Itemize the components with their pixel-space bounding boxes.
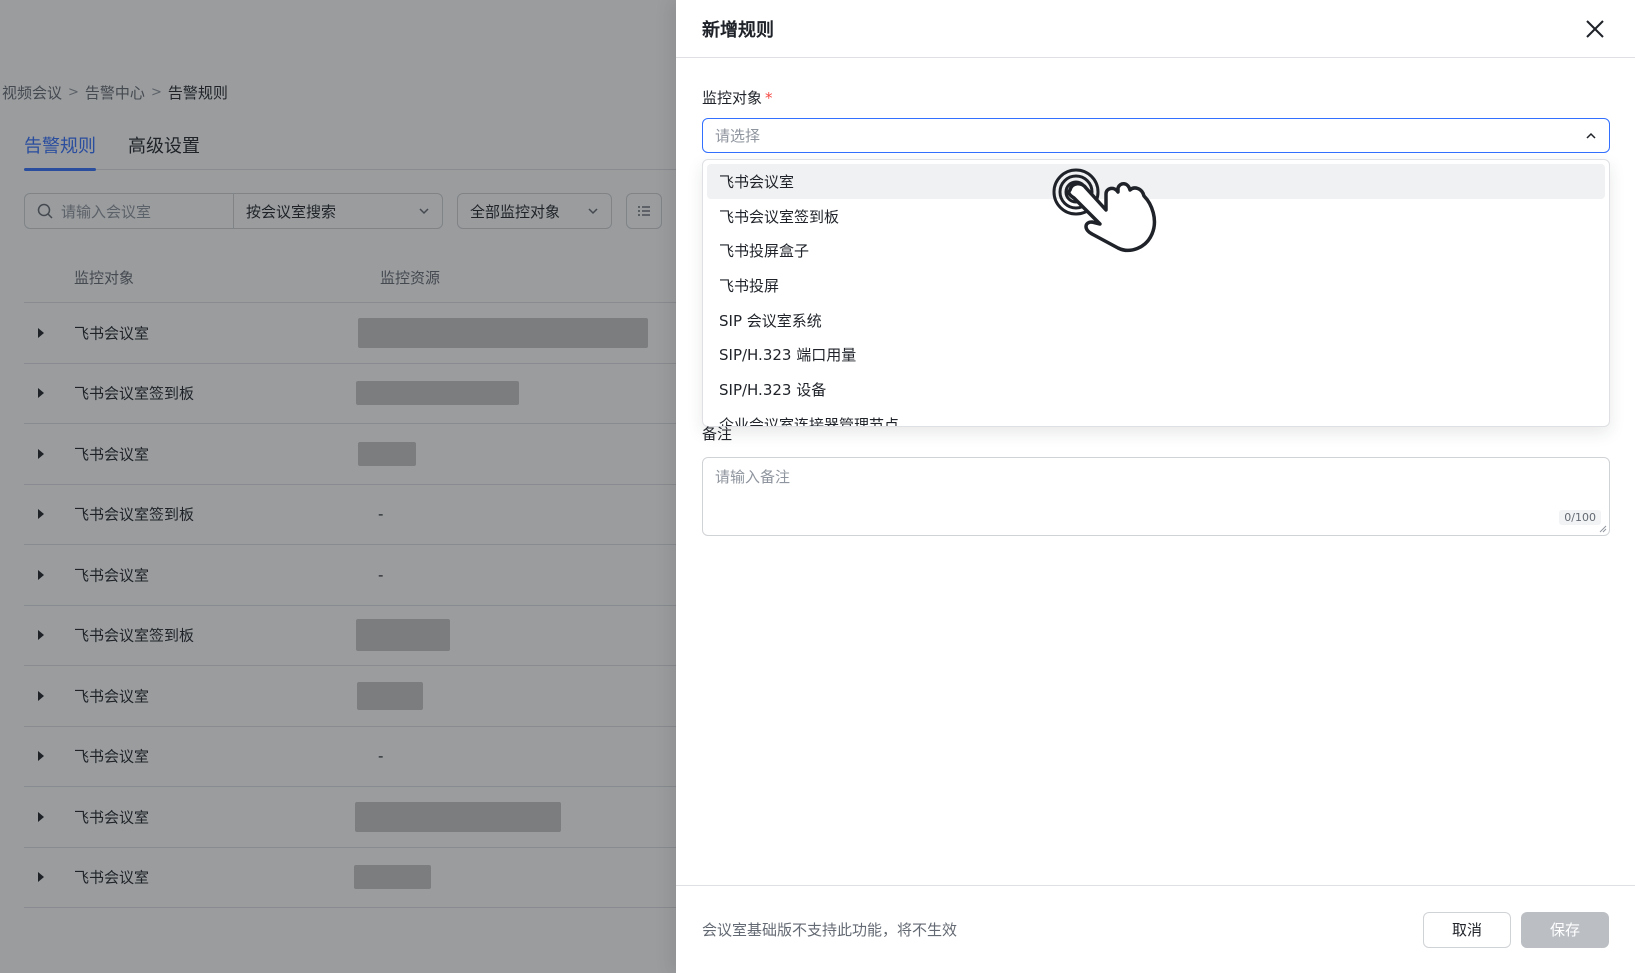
remark-textarea[interactable]: 请输入备注 0/100 <box>702 457 1610 536</box>
footer-note: 会议室基础版不支持此功能，将不生效 <box>702 921 958 939</box>
close-icon <box>1586 19 1604 38</box>
monitor-target-select[interactable]: 请选择 <box>702 118 1610 153</box>
hand-pointer-icon <box>1052 168 1157 253</box>
drawer-header: 新增规则 <box>676 0 1635 58</box>
footer-buttons: 取消 保存 <box>1423 911 1609 948</box>
option-feishu-cast[interactable]: 飞书投屏 <box>707 268 1605 303</box>
monitor-target-label-text: 监控对象 <box>702 89 763 107</box>
option-sip-h323-port-usage[interactable]: SIP/H.323 端口用量 <box>707 337 1605 372</box>
close-button[interactable] <box>1581 15 1609 43</box>
option-sip-h323-device[interactable]: SIP/H.323 设备 <box>707 372 1605 407</box>
option-sip-room-system[interactable]: SIP 会议室系统 <box>707 303 1605 338</box>
resize-handle-icon[interactable] <box>1599 525 1607 533</box>
cancel-button[interactable]: 取消 <box>1423 911 1511 948</box>
save-button[interactable]: 保存 <box>1521 911 1609 948</box>
required-mark: * <box>765 89 773 107</box>
new-rule-drawer: 新增规则 监控对象 * 请选择 飞书会议室 飞书会议室签到板 飞书投屏盒子 飞书投… <box>676 0 1635 973</box>
drawer-overlay-mask[interactable] <box>0 0 676 973</box>
monitor-target-label: 监控对象 * <box>702 87 773 108</box>
monitor-target-placeholder: 请选择 <box>715 127 761 145</box>
remark-placeholder: 请输入备注 <box>715 468 791 486</box>
chevron-up-icon <box>1586 132 1596 139</box>
drawer-footer: 会议室基础版不支持此功能，将不生效 取消 保存 <box>676 885 1635 973</box>
drawer-title: 新增规则 <box>702 19 774 41</box>
remark-label: 备注 <box>702 425 733 443</box>
option-room-connector-node[interactable]: 企业会议室连接器管理节点 <box>707 407 1605 426</box>
remark-char-counter: 0/100 <box>1559 510 1601 525</box>
